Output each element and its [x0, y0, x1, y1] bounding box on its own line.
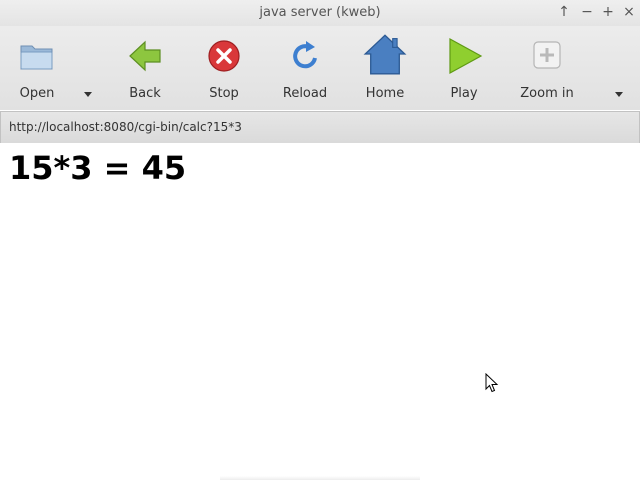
page-content: 15*3 = 45	[0, 143, 640, 480]
mouse-pointer-icon	[485, 373, 499, 393]
play-button[interactable]: Play	[430, 32, 498, 106]
calc-result: 15*3 = 45	[9, 149, 187, 187]
home-button[interactable]: Home	[351, 32, 419, 106]
reload-icon	[293, 41, 317, 69]
maximize-button[interactable]: +	[599, 3, 617, 21]
stop-button[interactable]: Stop	[190, 32, 258, 106]
reload-button[interactable]: Reload	[271, 32, 339, 106]
browser-toolbar: Open Back Stop Reload Home Play Zoom in	[0, 26, 640, 110]
home-icon	[363, 34, 407, 75]
folder-icon	[20, 45, 53, 70]
back-button[interactable]: Back	[111, 32, 179, 106]
back-arrow-icon	[129, 40, 161, 72]
window-title: java server (kweb)	[259, 5, 381, 20]
close-window-button[interactable]: ×	[620, 3, 638, 21]
reload-label: Reload	[282, 86, 328, 101]
minimize-button[interactable]: −	[578, 3, 596, 21]
play-icon	[449, 37, 483, 75]
open-dropdown-arrow-icon[interactable]	[84, 92, 92, 97]
bottom-edge-shadow	[220, 476, 420, 480]
zoom-in-icon	[533, 41, 561, 69]
open-label: Open	[19, 86, 55, 101]
back-label: Back	[129, 86, 161, 101]
open-button[interactable]: Open	[3, 32, 71, 106]
url-text[interactable]: http://localhost:8080/cgi-bin/calc?15*3	[9, 120, 242, 134]
more-tools-dropdown-arrow-icon[interactable]	[615, 92, 623, 97]
zoom-in-button[interactable]: Zoom in	[513, 32, 581, 106]
stop-label: Stop	[209, 86, 239, 101]
restore-up-button[interactable]: ↑	[555, 3, 573, 21]
stop-icon	[208, 40, 240, 72]
address-bar[interactable]: http://localhost:8080/cgi-bin/calc?15*3	[0, 111, 640, 144]
home-label: Home	[365, 86, 405, 101]
zoom-in-label: Zoom in	[520, 86, 574, 101]
play-label: Play	[450, 86, 478, 101]
window-titlebar: java server (kweb) ↑ − + ×	[0, 0, 640, 27]
